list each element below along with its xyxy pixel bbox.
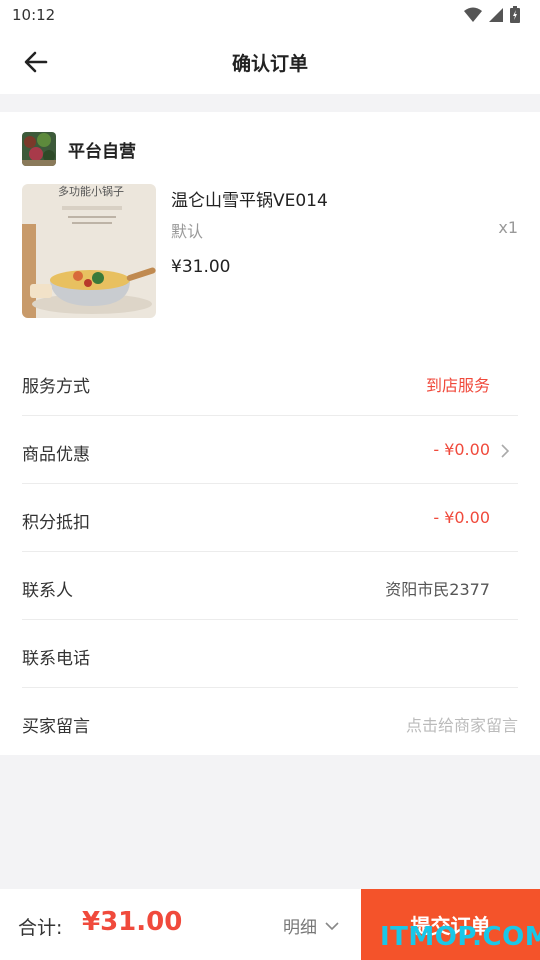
shop-name: 平台自营 bbox=[68, 141, 136, 162]
wifi-icon bbox=[464, 7, 482, 22]
status-time: 10:12 bbox=[12, 6, 56, 24]
chevron-right-icon bbox=[501, 444, 510, 458]
status-bar: 10:12 bbox=[0, 0, 540, 30]
row-label: 商品优惠 bbox=[22, 445, 90, 465]
total-amount: ¥31.00 bbox=[82, 907, 183, 937]
product-name: 温仑山雪平锅VE014 bbox=[171, 191, 328, 211]
product-discount-value: - ¥0.00 bbox=[433, 440, 490, 459]
page-header: 确认订单 bbox=[0, 30, 540, 94]
product-spec: 默认 bbox=[171, 222, 204, 241]
order-info-list: 服务方式 到店服务 商品优惠 - ¥0.00 积分抵扣 - ¥0.00 联系人 … bbox=[22, 348, 518, 755]
row-label: 联系电话 bbox=[22, 649, 90, 669]
total-label: 合计: bbox=[18, 917, 63, 939]
detail-label: 明细 bbox=[283, 918, 317, 938]
row-label: 服务方式 bbox=[22, 377, 90, 397]
row-product-discount[interactable]: 商品优惠 - ¥0.00 bbox=[22, 416, 518, 484]
service-method-value: 到店服务 bbox=[425, 376, 490, 395]
row-buyer-message[interactable]: 买家留言 点击给商家留言 bbox=[22, 688, 518, 755]
shop-avatar bbox=[22, 132, 56, 166]
row-label: 联系人 bbox=[22, 581, 73, 601]
contact-name-value: 资阳市民2377 bbox=[385, 580, 490, 599]
row-label: 买家留言 bbox=[22, 717, 90, 737]
shop-row: 平台自营 bbox=[22, 132, 136, 166]
product-image[interactable]: 多功能小锅子 bbox=[22, 184, 156, 318]
battery-icon bbox=[510, 6, 520, 23]
points-deduction-value: - ¥0.00 bbox=[433, 508, 490, 527]
buyer-message-input[interactable]: 点击给商家留言 bbox=[406, 712, 518, 736]
status-icons bbox=[464, 6, 520, 23]
signal-icon bbox=[489, 7, 503, 22]
row-service-method[interactable]: 服务方式 到店服务 bbox=[22, 348, 518, 416]
page-title: 确认订单 bbox=[231, 53, 308, 75]
product-image-caption: 多功能小锅子 bbox=[58, 185, 124, 198]
row-label: 积分抵扣 bbox=[22, 513, 90, 533]
row-points-deduction[interactable]: 积分抵扣 - ¥0.00 bbox=[22, 484, 518, 552]
watermark: ITMOP.COM bbox=[380, 922, 540, 952]
row-contact-phone[interactable]: 联系电话 bbox=[22, 620, 518, 688]
product-quantity: x1 bbox=[498, 218, 518, 237]
order-card: 平台自营 多功能小锅子 温仑山雪平锅VE014 默认 x1 ¥31.00 服务方… bbox=[0, 112, 540, 755]
row-contact-name[interactable]: 联系人 资阳市民2377 bbox=[22, 552, 518, 620]
product-price: ¥31.00 bbox=[171, 257, 231, 277]
detail-button[interactable]: 明细 bbox=[283, 913, 339, 938]
chevron-down-icon bbox=[325, 921, 339, 930]
